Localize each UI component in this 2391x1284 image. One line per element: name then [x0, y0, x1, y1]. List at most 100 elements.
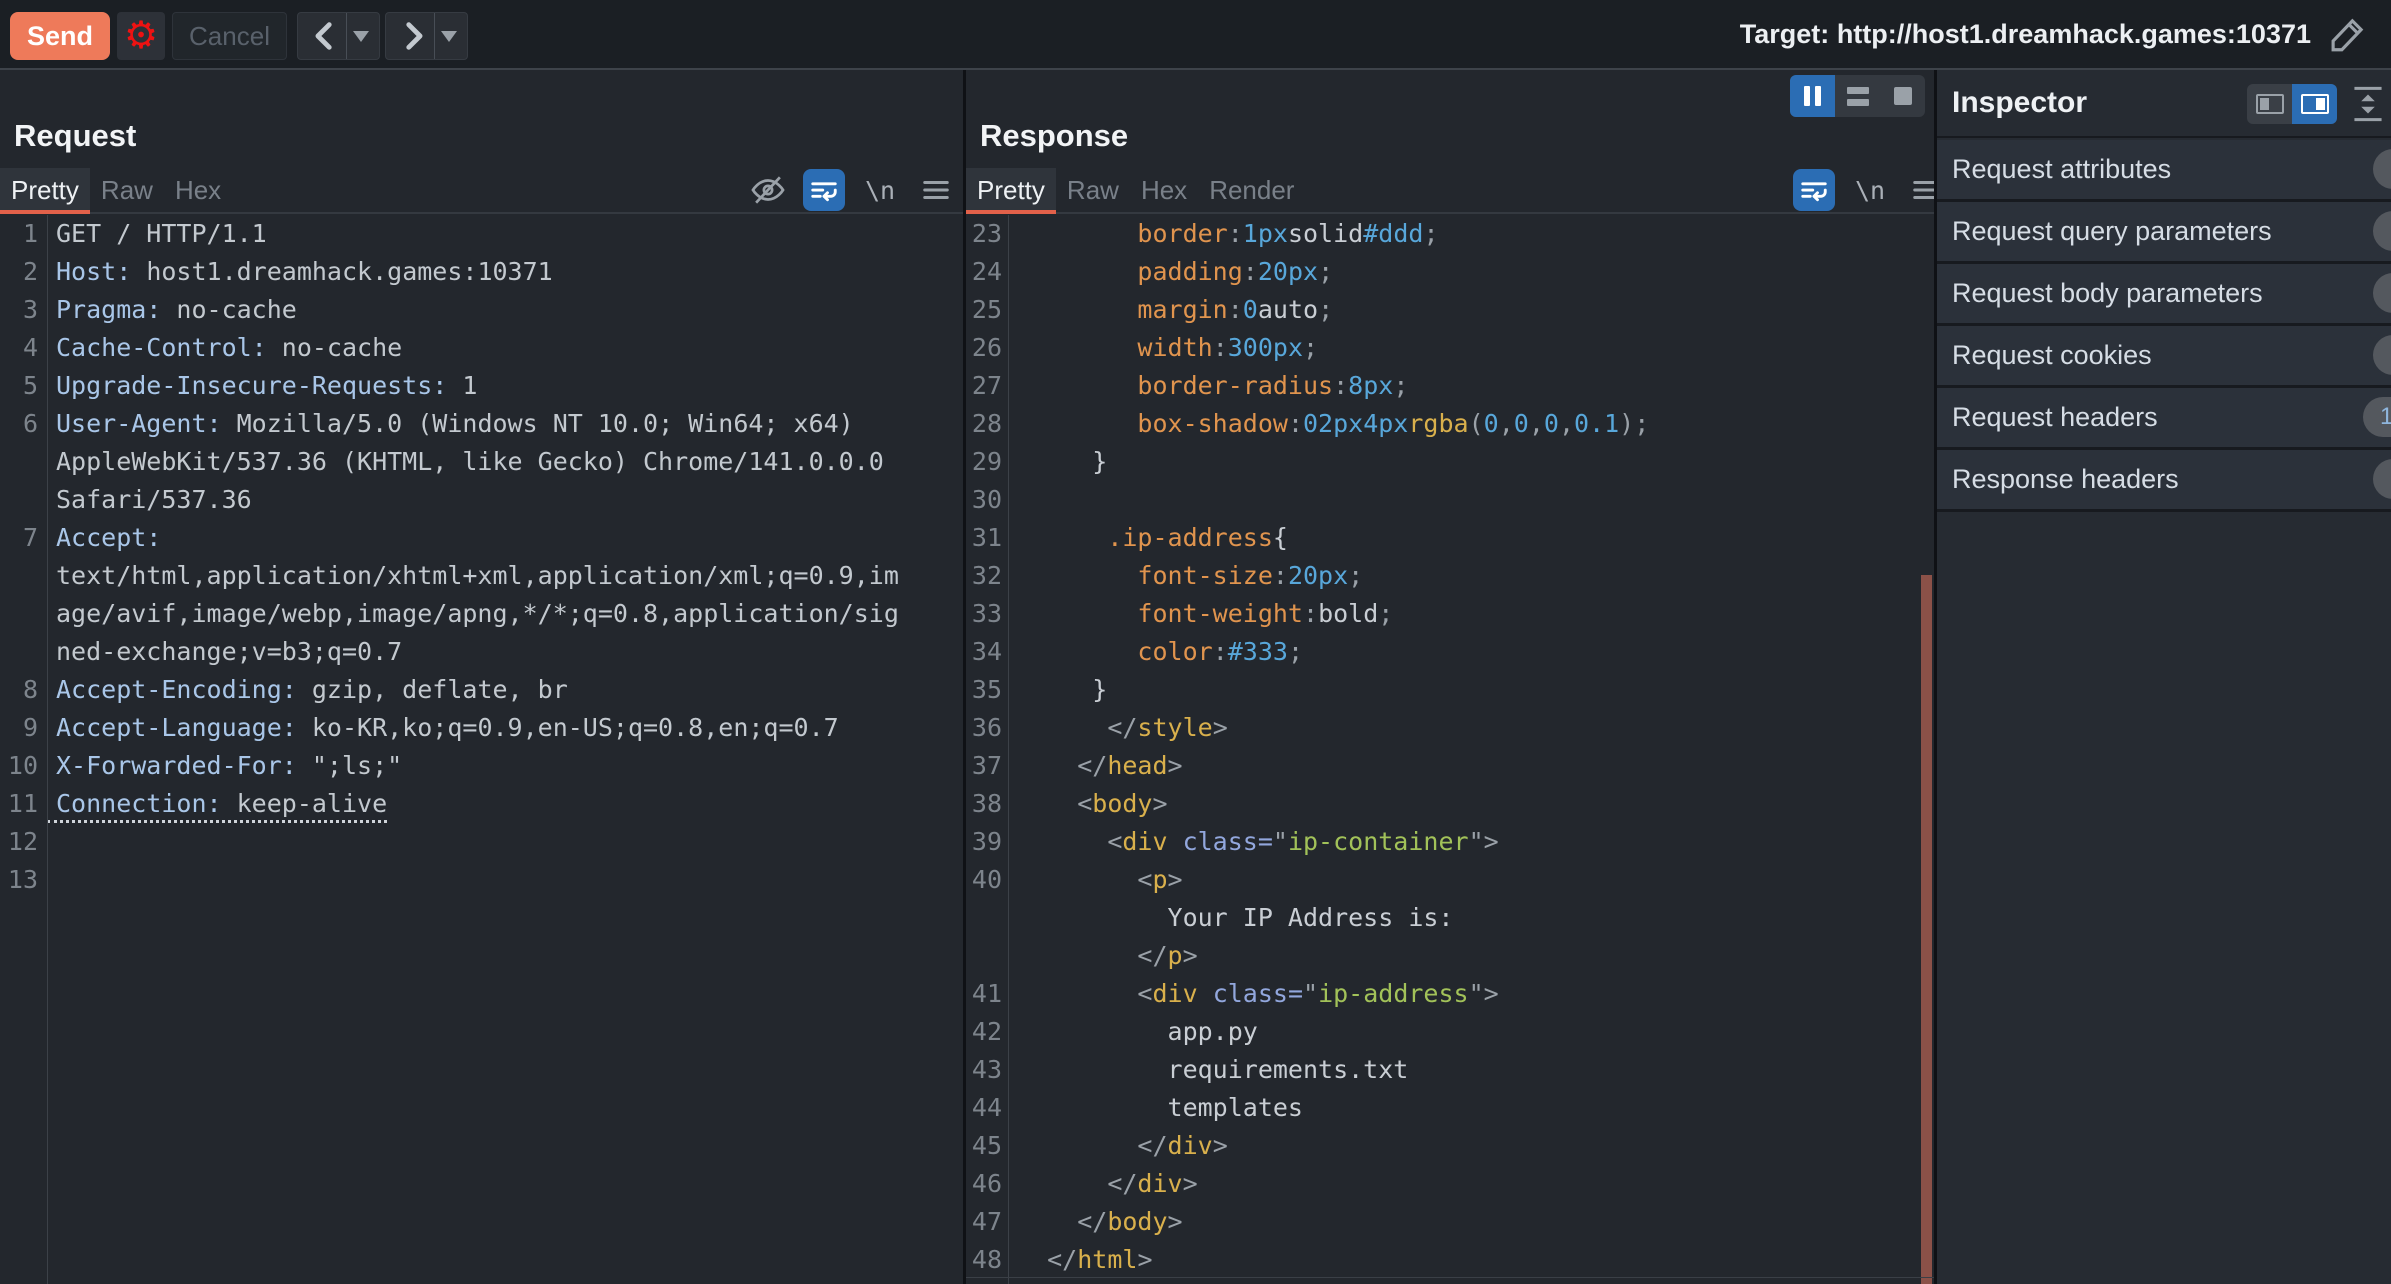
request-tab-raw[interactable]: Raw — [90, 168, 164, 214]
line-number — [0, 557, 47, 595]
line-number: 41 — [966, 975, 1008, 1013]
response-code-line: 24 padding:20px; — [966, 253, 1934, 291]
response-code-line: 33 font-weight:bold; — [966, 595, 1934, 633]
pencil-icon[interactable] — [2327, 13, 2369, 55]
request-tab-pretty[interactable]: Pretty — [0, 168, 90, 214]
line-number: 27 — [966, 367, 1008, 405]
word-wrap-icon[interactable] — [1793, 169, 1835, 211]
inspector-item-request-body-parameters[interactable]: Request body parameters — [1937, 264, 2391, 326]
request-code-line: 1GET / HTTP/1.1 — [0, 215, 963, 253]
item-count-badge — [2373, 335, 2391, 375]
response-code-line: 25 margin:0auto; — [966, 291, 1934, 329]
line-number: 37 — [966, 747, 1008, 785]
response-code-line: 35 } — [966, 671, 1934, 709]
line-number — [966, 899, 1008, 937]
request-tab-hex[interactable]: Hex — [164, 168, 232, 214]
newline-icon[interactable]: \n — [1849, 169, 1891, 211]
inspector-item-request-query-parameters[interactable]: Request query parameters — [1937, 202, 2391, 264]
request-code-line: 12 — [0, 823, 963, 861]
line-number: 32 — [966, 557, 1008, 595]
request-code-line: 7Accept: — [0, 519, 963, 557]
line-number — [0, 443, 47, 481]
word-wrap-icon[interactable] — [803, 169, 845, 211]
request-code-line: 2Host: host1.dreamhack.games:10371 — [0, 253, 963, 291]
response-panel: Response PrettyRawHexRender \n 23 border… — [966, 70, 1934, 1284]
request-code-line: 6User-Agent: Mozilla/5.0 (Windows NT 10.… — [0, 405, 963, 443]
prev-request-button[interactable] — [297, 12, 380, 60]
line-number: 9 — [0, 709, 47, 747]
response-tabs: PrettyRawHexRender — [966, 168, 1305, 214]
top-toolbar: Send ⚙ Cancel Target: http://host1.dream… — [0, 0, 2391, 70]
line-number: 4 — [0, 329, 47, 367]
hide-matches-icon[interactable] — [747, 169, 789, 211]
send-button[interactable]: Send — [10, 12, 110, 60]
line-number — [966, 937, 1008, 975]
next-request-button[interactable] — [385, 12, 468, 60]
line-number: 2 — [0, 253, 47, 291]
item-count-badge — [2373, 211, 2391, 251]
expand-collapse-icon[interactable] — [2349, 84, 2387, 124]
response-tab-render[interactable]: Render — [1198, 168, 1305, 214]
response-tab-pretty[interactable]: Pretty — [966, 168, 1056, 214]
inspector-item-label: Request attributes — [1952, 154, 2171, 185]
line-number: 8 — [0, 671, 47, 709]
response-code-line: 34 color:#333; — [966, 633, 1934, 671]
line-number: 1 — [0, 215, 47, 253]
item-count-badge: 1 — [2363, 397, 2391, 437]
response-code-line: 41 <div class="ip-address"> — [966, 975, 1934, 1013]
response-tab-hex[interactable]: Hex — [1130, 168, 1198, 214]
inspector-item-request-headers[interactable]: Request headers 1 — [1937, 388, 2391, 450]
inspector-item-label: Request headers — [1952, 402, 2158, 433]
scrollbar-thumb[interactable] — [1921, 575, 1932, 1284]
inspector-title: Inspector — [1952, 86, 2087, 120]
gutter-divider — [1008, 215, 1009, 1284]
line-number: 30 — [966, 481, 1008, 519]
single-pane-icon[interactable] — [1880, 75, 1925, 117]
inspector-item-request-attributes[interactable]: Request attributes — [1937, 140, 2391, 202]
target-url: http://host1.dreamhack.games:10371 — [1837, 19, 2311, 49]
prev-chevron-icon — [308, 19, 342, 53]
response-code-line: 48 </html> — [966, 1241, 1934, 1279]
inspector-item-label: Request query parameters — [1952, 216, 2272, 247]
request-code-line: 11Connection: keep-alive — [0, 785, 963, 823]
line-number: 43 — [966, 1051, 1008, 1089]
line-number: 34 — [966, 633, 1008, 671]
inspector-panel: Inspector Request attributes Request quer… — [1937, 70, 2391, 1284]
request-code-line: 5Upgrade-Insecure-Requests: 1 — [0, 367, 963, 405]
cancel-button[interactable]: Cancel — [172, 12, 287, 60]
button-divider — [346, 13, 347, 59]
line-number: 11 — [0, 785, 47, 823]
inspector-item-request-cookies[interactable]: Request cookies — [1937, 326, 2391, 388]
menu-icon[interactable] — [915, 169, 957, 211]
response-viewer[interactable]: 23 border:1pxsolid#ddd;24 padding:20px;2… — [966, 215, 1934, 1284]
inspector-item-response-headers[interactable]: Response headers — [1937, 450, 2391, 512]
line-number: 6 — [0, 405, 47, 443]
request-code-line: age/avif,image/webp,image/apng,*/*;q=0.8… — [0, 595, 963, 633]
line-number: 39 — [966, 823, 1008, 861]
response-code-line: 46 </div> — [966, 1165, 1934, 1203]
line-number: 5 — [0, 367, 47, 405]
response-code-line: 44 templates — [966, 1089, 1934, 1127]
request-tabs: PrettyRawHex — [0, 168, 232, 214]
request-code-line: 4Cache-Control: no-cache — [0, 329, 963, 367]
line-number: 46 — [966, 1165, 1008, 1203]
newline-icon[interactable]: \n — [859, 169, 901, 211]
response-code-line: 47 </body> — [966, 1203, 1934, 1241]
dropdown-caret-icon[interactable] — [441, 31, 457, 42]
response-code-line: 39 <div class="ip-container"> — [966, 823, 1934, 861]
response-tab-raw[interactable]: Raw — [1056, 168, 1130, 214]
response-code-line: 37 </head> — [966, 747, 1934, 785]
line-number: 10 — [0, 747, 47, 785]
send-settings-button[interactable]: ⚙ — [117, 12, 165, 60]
dropdown-caret-icon[interactable] — [353, 31, 369, 42]
panes-right-icon[interactable] — [2292, 84, 2337, 124]
split-horizontal-icon[interactable] — [1835, 75, 1880, 117]
request-editor[interactable]: 1GET / HTTP/1.12Host: host1.dreamhack.ga… — [0, 215, 963, 1284]
panes-left-icon[interactable] — [2247, 84, 2292, 124]
horizontal-scrollbar[interactable] — [966, 1277, 1934, 1278]
response-panel-title: Response — [980, 118, 1128, 154]
split-vertical-icon[interactable] — [1790, 75, 1835, 117]
line-number: 48 — [966, 1241, 1008, 1279]
response-code-line: 26 width:300px; — [966, 329, 1934, 367]
line-number: 13 — [0, 861, 47, 899]
